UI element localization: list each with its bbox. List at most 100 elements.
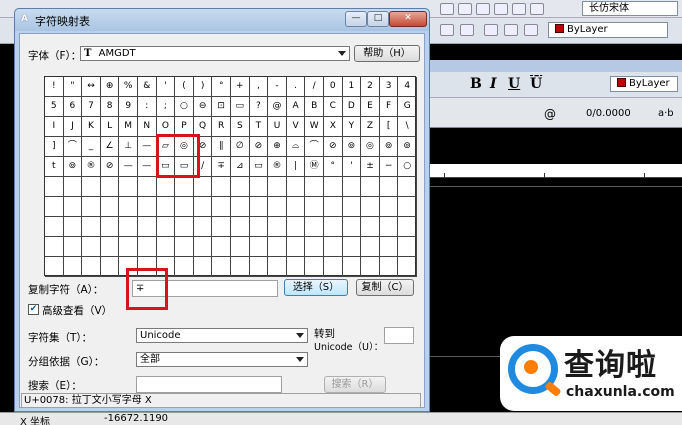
grid-cell[interactable] — [119, 237, 138, 257]
grid-cell[interactable] — [324, 217, 343, 237]
grid-cell[interactable]: U — [268, 117, 287, 137]
grid-cell[interactable]: ; — [156, 97, 176, 117]
grid-cell[interactable]: Ⓜ — [305, 157, 324, 177]
grid-cell[interactable] — [175, 237, 194, 257]
bold-icon[interactable]: B — [470, 76, 482, 92]
grid-cell[interactable]: ⌒ — [63, 137, 83, 157]
goto-unicode-input[interactable] — [384, 327, 414, 344]
grid-cell[interactable] — [231, 237, 250, 257]
grid-cell[interactable] — [324, 177, 343, 197]
grid-cell[interactable]: ○ — [175, 97, 194, 117]
grid-cell[interactable]: L — [100, 117, 120, 137]
bg-toolbar-icon[interactable] — [494, 3, 508, 15]
grid-cell[interactable] — [305, 177, 324, 197]
grid-cell[interactable] — [100, 197, 120, 217]
grid-cell[interactable]: K — [82, 117, 101, 137]
grid-cell[interactable] — [379, 217, 399, 237]
grid-cell[interactable] — [156, 197, 176, 217]
grid-cell[interactable] — [82, 217, 101, 237]
grid-cell[interactable] — [342, 237, 362, 257]
bg-toolbar-icon[interactable] — [530, 3, 544, 15]
bg-toolbar-icon[interactable] — [440, 3, 454, 15]
grid-cell[interactable] — [361, 237, 380, 257]
grid-cell[interactable] — [119, 177, 138, 197]
bg-layer-box-2[interactable]: ByLayer — [610, 76, 678, 92]
grid-cell[interactable] — [398, 257, 417, 277]
grid-cell[interactable] — [398, 217, 417, 237]
grid-cell[interactable]: W — [305, 117, 324, 137]
grid-cell[interactable] — [63, 177, 83, 197]
grid-cell[interactable]: ∅ — [231, 137, 250, 157]
grid-cell[interactable]: E — [361, 97, 380, 117]
grid-cell[interactable] — [324, 197, 343, 217]
grid-cell[interactable] — [305, 257, 324, 277]
grid-cell[interactable]: A — [286, 97, 306, 117]
grid-cell[interactable] — [379, 237, 399, 257]
grid-cell[interactable]: + — [231, 77, 250, 97]
grid-cell[interactable]: ∠ — [100, 137, 120, 157]
grid-cell[interactable] — [286, 197, 306, 217]
grid-cell[interactable]: 4 — [398, 77, 417, 97]
grid-cell[interactable]: @ — [268, 97, 287, 117]
bg-at-symbol[interactable]: @ — [544, 107, 556, 121]
grid-cell[interactable]: S — [231, 117, 250, 137]
grid-cell[interactable] — [231, 197, 250, 217]
grid-cell[interactable]: I — [45, 117, 64, 137]
grid-cell[interactable] — [305, 197, 324, 217]
grid-cell[interactable] — [249, 237, 269, 257]
grid-cell[interactable]: ⊕ — [268, 137, 287, 157]
close-button[interactable]: ✕ — [389, 11, 427, 27]
grid-cell[interactable]: ⊿ — [231, 157, 250, 177]
grid-cell[interactable]: J — [63, 117, 83, 137]
grid-cell[interactable] — [100, 217, 120, 237]
grid-cell[interactable] — [212, 177, 231, 197]
grid-cell[interactable] — [361, 197, 380, 217]
grid-cell[interactable]: — — [138, 137, 157, 157]
grid-cell[interactable]: M — [119, 117, 138, 137]
select-button[interactable]: 选择（S） — [284, 279, 348, 296]
bg-toolbar-icon[interactable] — [504, 24, 518, 36]
grid-cell[interactable]: 9 — [119, 97, 138, 117]
grid-cell[interactable] — [398, 197, 417, 217]
grid-cell[interactable]: ∥ — [212, 137, 231, 157]
grid-cell[interactable]: ⌒ — [305, 137, 324, 157]
grid-cell[interactable]: ▭ — [231, 97, 250, 117]
grid-cell[interactable]: . — [286, 77, 306, 97]
grid-cell[interactable] — [45, 257, 64, 277]
grid-cell[interactable] — [286, 217, 306, 237]
copy-button[interactable]: 复制（C） — [356, 279, 414, 296]
grid-cell[interactable]: X — [324, 117, 343, 137]
grid-cell[interactable]: ] — [45, 137, 64, 157]
grid-cell[interactable] — [305, 217, 324, 237]
grid-cell[interactable] — [305, 237, 324, 257]
grid-cell[interactable] — [82, 197, 101, 217]
help-button[interactable]: 帮助（H） — [354, 45, 420, 62]
grid-cell[interactable] — [231, 177, 250, 197]
grid-cell[interactable] — [286, 177, 306, 197]
bg-toolbar-icon[interactable] — [440, 24, 454, 36]
grid-cell[interactable]: t — [45, 157, 64, 177]
grid-cell[interactable]: ® — [82, 157, 101, 177]
grid-cell[interactable] — [268, 217, 287, 237]
grid-cell[interactable] — [324, 237, 343, 257]
bg-toolbar-icon[interactable] — [460, 24, 474, 36]
font-select[interactable]: T AMGDT — [80, 46, 350, 61]
grid-cell[interactable] — [82, 257, 101, 277]
grid-cell[interactable] — [138, 217, 157, 237]
grid-cell[interactable] — [156, 237, 176, 257]
grid-cell[interactable] — [268, 177, 287, 197]
minimize-button[interactable]: — — [345, 11, 367, 27]
grid-cell[interactable]: — — [138, 157, 157, 177]
grid-cell[interactable] — [379, 197, 399, 217]
grid-cell[interactable]: — — [119, 157, 138, 177]
grid-cell[interactable] — [138, 237, 157, 257]
grid-cell[interactable] — [63, 257, 83, 277]
grid-cell[interactable] — [379, 257, 399, 277]
grid-cell[interactable] — [100, 257, 120, 277]
grid-cell[interactable]: ® — [268, 157, 287, 177]
grid-cell[interactable]: B — [305, 97, 324, 117]
grid-cell[interactable]: G — [398, 97, 417, 117]
grid-cell[interactable] — [342, 217, 362, 237]
advanced-view-checkbox[interactable]: ✔ — [28, 304, 39, 315]
grid-cell[interactable]: ° — [212, 77, 231, 97]
